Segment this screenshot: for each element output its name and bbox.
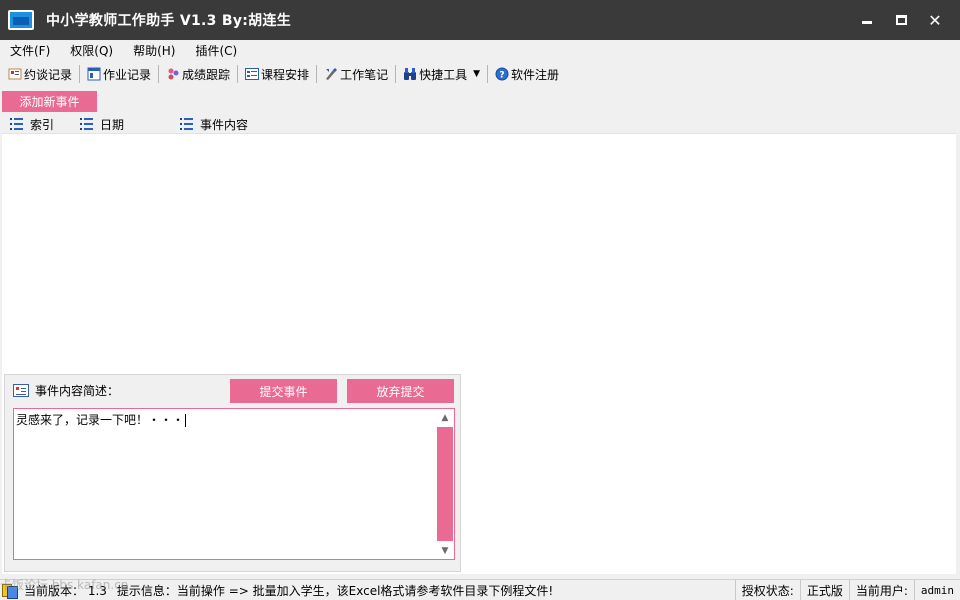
toolbar-separator (158, 65, 160, 83)
score-track-icon (166, 67, 180, 81)
toolbar-register[interactable]: ? 软件注册 (491, 63, 563, 85)
toolbar-homework-record[interactable]: 作业记录 (83, 63, 155, 85)
app-icon (8, 10, 34, 30)
chevron-down-icon: ▼ (473, 69, 481, 79)
schedule-icon (245, 67, 260, 81)
toolbar: 约谈记录 作业记录 成绩跟踪 课程安排 工作笔记 快捷工具 ▼ ? 软件注册 (0, 61, 960, 87)
toolbar-quick-tools[interactable]: 快捷工具 ▼ (399, 63, 484, 85)
toolbar-homework-record-label: 作业记录 (103, 67, 152, 82)
cancel-submit-button[interactable]: 放弃提交 (347, 379, 454, 403)
close-icon: ✕ (928, 10, 942, 30)
column-header-content-label: 事件内容 (200, 117, 249, 132)
status-bar: 当前版本： 1.3 提示信息：当前操作 => 批量加入学生，该Excel格式请参… (0, 579, 960, 600)
toolbar-work-notes-label: 工作笔记 (340, 67, 389, 82)
form-icon (13, 384, 29, 397)
toolbar-quick-tools-label: 快捷工具 (419, 67, 468, 82)
status-auth-label: 授权状态: (734, 580, 800, 600)
homework-record-icon (87, 67, 101, 81)
add-event-button[interactable]: 添加新事件 (2, 91, 97, 112)
vertical-scrollbar[interactable]: ▲ ▼ (437, 410, 453, 558)
event-description-panel: 事件内容简述： 提交事件 放弃提交 灵感来了，记录一下吧！・・・ ▲ ▼ (4, 374, 461, 572)
binoculars-icon (403, 67, 417, 81)
menu-plugin[interactable]: 插件(C) (185, 42, 247, 59)
scroll-thumb[interactable] (437, 427, 453, 541)
event-list-header: 索引 日期 事件内容 (2, 114, 956, 134)
toolbar-register-label: 软件注册 (511, 67, 560, 82)
svg-text:?: ? (499, 71, 504, 81)
status-right-group: 授权状态: 正式版 当前用户: admin (734, 580, 960, 600)
toolbar-score-track-label: 成绩跟踪 (182, 67, 231, 82)
title-bar: 中小学教师工作助手 V1.3 By:胡连生 ✕ (0, 0, 960, 40)
toolbar-work-notes[interactable]: 工作笔记 (320, 63, 392, 85)
event-description-textarea[interactable]: 灵感来了，记录一下吧！・・・ ▲ ▼ (13, 408, 455, 560)
text-cursor (185, 414, 187, 427)
minimize-button[interactable] (850, 8, 884, 32)
status-user-label: 当前用户: (848, 580, 914, 600)
menu-help[interactable]: 帮助(H) (123, 42, 185, 59)
notes-icon (324, 67, 338, 81)
toolbar-schedule-label: 课程安排 (261, 67, 310, 82)
toolbar-chat-record-label: 约谈记录 (24, 67, 73, 82)
column-header-index[interactable]: 索引 (10, 114, 54, 134)
help-icon: ? (495, 67, 509, 81)
toolbar-separator (79, 65, 81, 83)
status-auth-value: 正式版 (799, 580, 849, 600)
toolbar-separator (487, 65, 489, 83)
event-description-heading: 事件内容简述： (13, 382, 119, 399)
status-tip: 提示信息：当前操作 => 批量加入学生，该Excel格式请参考软件目录下例程文件… (116, 583, 554, 598)
event-description-label: 事件内容简述： (35, 384, 120, 398)
scroll-down-icon[interactable]: ▼ (437, 543, 453, 558)
window-controls: ✕ (850, 8, 952, 32)
list-icon (180, 118, 194, 130)
window-title: 中小学教师工作助手 V1.3 By:胡连生 (46, 13, 292, 29)
maximize-button[interactable] (884, 8, 918, 32)
column-header-date[interactable]: 日期 (80, 114, 124, 134)
scroll-up-icon[interactable]: ▲ (437, 410, 453, 425)
chat-record-icon (8, 67, 22, 81)
toolbar-separator (237, 65, 239, 83)
status-app-icon (2, 582, 18, 599)
column-header-index-label: 索引 (30, 117, 55, 132)
status-version: 当前版本： 1.3 (24, 583, 107, 598)
menu-permission[interactable]: 权限(Q) (60, 42, 123, 59)
toolbar-score-track[interactable]: 成绩跟踪 (162, 63, 234, 85)
menu-file[interactable]: 文件(F) (0, 42, 60, 59)
toolbar-chat-record[interactable]: 约谈记录 (4, 63, 76, 85)
close-button[interactable]: ✕ (918, 8, 952, 32)
menu-bar: 文件(F) 权限(Q) 帮助(H) 插件(C) (0, 40, 960, 60)
minimize-icon (862, 20, 872, 24)
list-icon (80, 118, 94, 130)
toolbar-separator (395, 65, 397, 83)
column-header-date-label: 日期 (100, 117, 125, 132)
toolbar-schedule[interactable]: 课程安排 (241, 63, 313, 85)
list-icon (10, 118, 24, 130)
maximize-icon (895, 15, 907, 25)
status-user-value: admin (913, 580, 960, 600)
toolbar-separator (316, 65, 318, 83)
event-description-text: 灵感来了，记录一下吧！・・・ (16, 413, 187, 427)
submit-event-button[interactable]: 提交事件 (230, 379, 337, 403)
column-header-content[interactable]: 事件内容 (180, 114, 248, 134)
